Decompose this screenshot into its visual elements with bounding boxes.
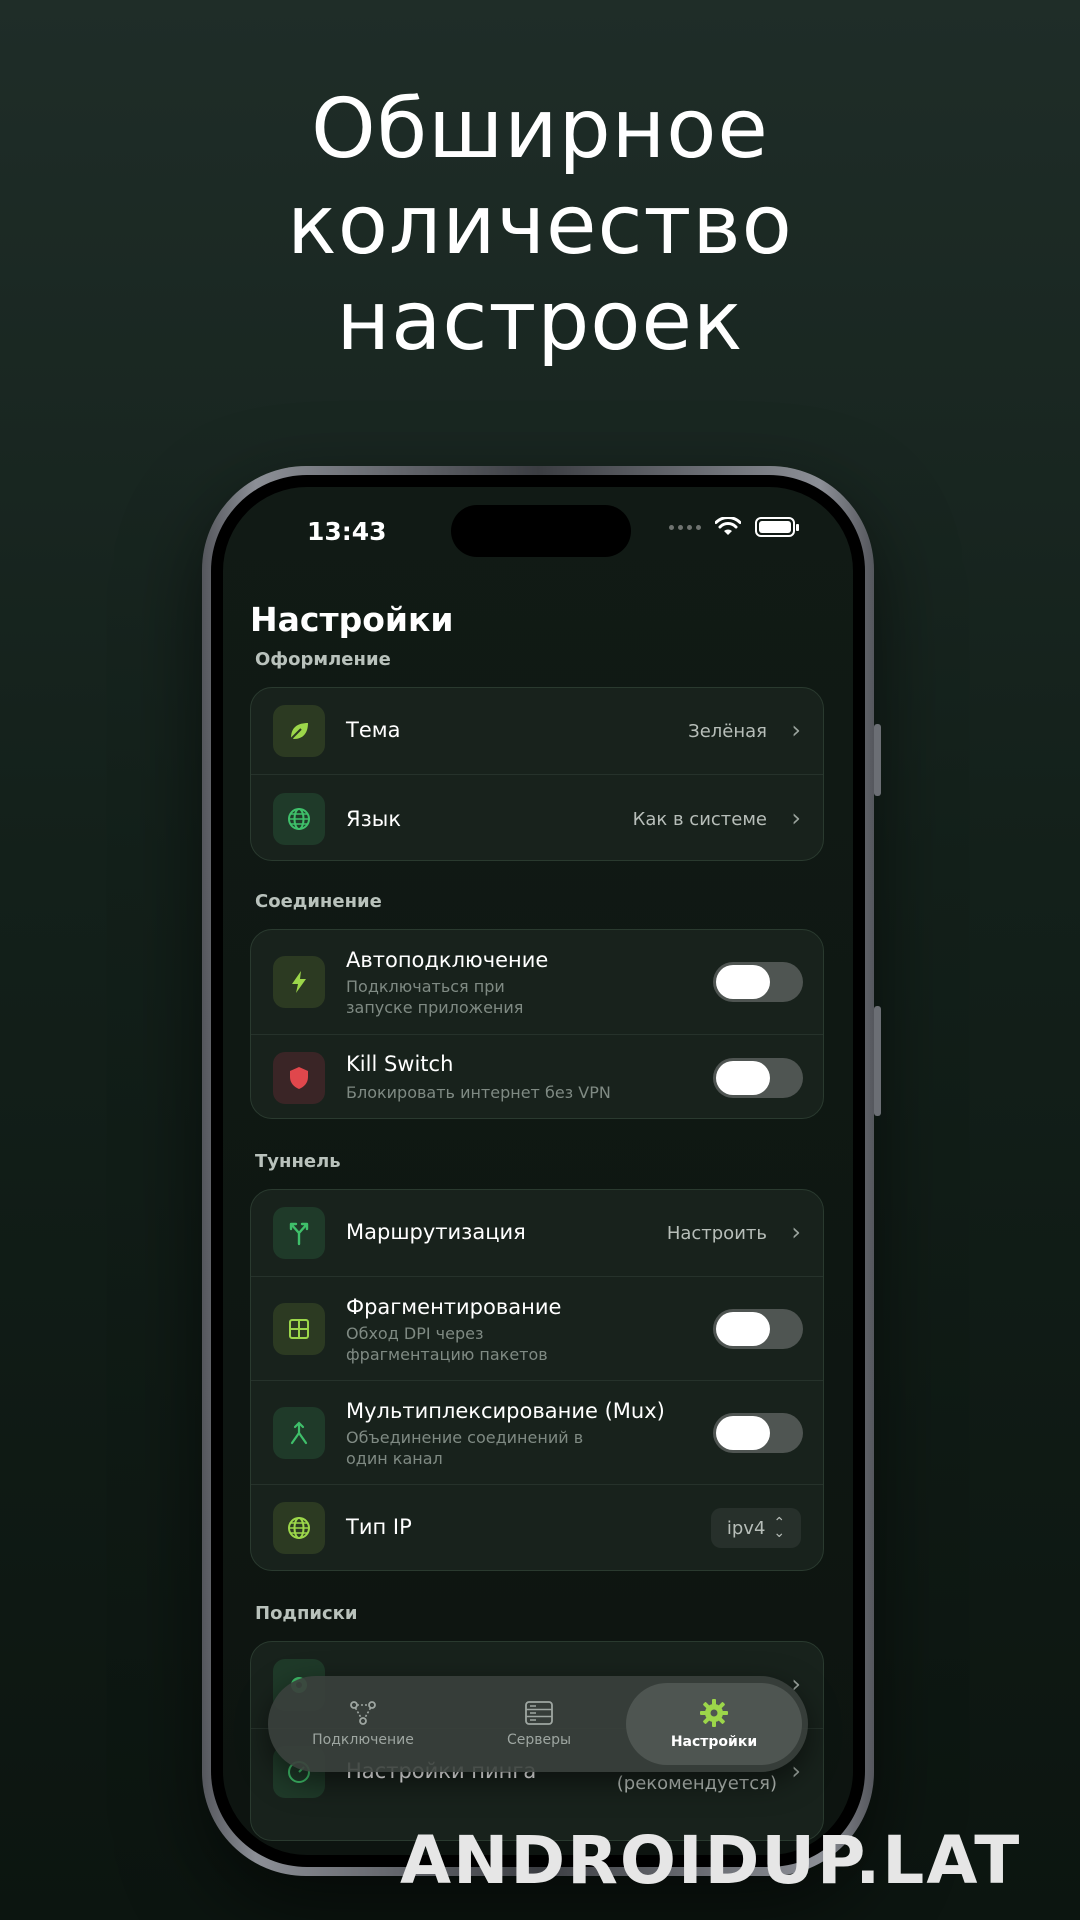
headline-line: настроек (336, 274, 744, 369)
globe-icon (273, 1502, 325, 1554)
side-button (874, 1006, 881, 1116)
subtitle-line: фрагментацию пакетов (346, 1345, 548, 1364)
globe-icon (273, 793, 325, 845)
network-icon (350, 1701, 376, 1725)
shield-icon (273, 1052, 325, 1104)
leaf-icon (273, 705, 325, 757)
row-title: Тип IP (346, 1515, 412, 1539)
card-appearance: Тема Зелёная › Язык Как в системе › (250, 687, 824, 861)
chevron-updown-icon: ⌃ ⌄ (773, 1515, 786, 1541)
row-title: Тема (346, 718, 401, 742)
settings-row-fragmentation[interactable]: Фрагментирование Обход DPI через фрагмен… (251, 1276, 823, 1380)
autoconnect-toggle[interactable] (713, 962, 803, 1002)
row-value: Как в системе (632, 809, 767, 830)
phone-frame: 13:43 Настройки Оформление Тема Зелёная … (202, 466, 881, 1876)
settings-row-language[interactable]: Язык Как в системе › (251, 774, 823, 860)
section-title-subscriptions: Подписки (255, 1603, 358, 1624)
row-subtitle: Подключаться при запуске приложения (346, 976, 616, 1018)
dynamic-island (451, 505, 631, 557)
headline-line: Обширное (311, 82, 769, 177)
grid-icon (273, 1303, 325, 1355)
server-icon (525, 1701, 553, 1725)
subtitle-line: запуске приложения (346, 998, 524, 1017)
row-title: Автоподключение (346, 948, 549, 972)
tab-label: Подключение (312, 1732, 414, 1748)
settings-row-theme[interactable]: Тема Зелёная › (251, 688, 823, 774)
ip-type-select[interactable]: ipv4 ⌃ ⌄ (711, 1508, 801, 1548)
card-connection: Автоподключение Подключаться при запуске… (250, 929, 824, 1119)
fragmentation-toggle[interactable] (713, 1309, 803, 1349)
bolt-icon (273, 956, 325, 1008)
row-title: Мультиплексирование (Mux) (346, 1399, 665, 1423)
routing-icon (273, 1207, 325, 1259)
tab-bar: Подключение Серверы Настройки (268, 1676, 808, 1772)
status-time: 13:43 (307, 517, 387, 546)
section-title-appearance: Оформление (255, 649, 391, 670)
chevron-right-icon: › (791, 716, 801, 744)
settings-row-kill-switch[interactable]: Kill Switch Блокировать интернет без VPN (251, 1034, 823, 1118)
gear-icon (700, 1699, 728, 1727)
wifi-icon (715, 517, 741, 535)
row-title: Маршрутизация (346, 1220, 526, 1244)
battery-icon (755, 517, 799, 537)
signal-icon (669, 524, 701, 530)
chevron-right-icon: › (791, 804, 801, 832)
side-button (874, 724, 881, 796)
subtitle-line: Объединение соединений в (346, 1428, 584, 1447)
tab-connection[interactable]: Подключение (288, 1676, 438, 1772)
row-subtitle: Объединение соединений в один канал (346, 1427, 616, 1469)
settings-row-ip-type[interactable]: Тип IP ipv4 ⌃ ⌄ (251, 1484, 823, 1570)
kill-switch-toggle[interactable] (713, 1058, 803, 1098)
row-title: Фрагментирование (346, 1295, 562, 1319)
row-value: Зелёная (688, 721, 767, 742)
settings-row-routing[interactable]: Маршрутизация Настроить › (251, 1190, 823, 1276)
app-screen: 13:43 Настройки Оформление Тема Зелёная … (223, 487, 853, 1855)
chevron-right-icon: › (791, 1218, 801, 1246)
settings-row-autoconnect[interactable]: Автоподключение Подключаться при запуске… (251, 930, 823, 1034)
status-icons (669, 517, 799, 537)
promo-headline: Обширное количество настроек (0, 82, 1080, 370)
tab-label: Серверы (506, 1732, 572, 1748)
chevron-right-icon: › (791, 1757, 801, 1785)
merge-icon (273, 1407, 325, 1459)
subtitle-line: Обход DPI через (346, 1324, 484, 1343)
row-title: Язык (346, 807, 402, 831)
section-title-connection: Соединение (255, 891, 382, 912)
tab-settings[interactable]: Настройки (626, 1683, 802, 1765)
tab-servers[interactable]: Серверы (464, 1676, 614, 1772)
subtitle-line: один канал (346, 1449, 443, 1468)
row-subtitle: Обход DPI через фрагментацию пакетов (346, 1323, 616, 1365)
row-value: (рекомендуется) (616, 1773, 777, 1794)
subtitle-line: Подключаться при (346, 977, 505, 996)
row-value: Настроить (666, 1223, 767, 1244)
select-value: ipv4 (726, 1517, 766, 1539)
watermark-text: ANDROIDUP.LAT (400, 1822, 1022, 1899)
headline-line: количество (287, 178, 793, 273)
card-tunnel: Маршрутизация Настроить › Фрагментирован… (250, 1189, 824, 1571)
row-title: Kill Switch (346, 1052, 454, 1076)
page-title: Настройки (250, 600, 454, 639)
mux-toggle[interactable] (713, 1413, 803, 1453)
row-subtitle: Блокировать интернет без VPN (346, 1083, 611, 1102)
section-title-tunnel: Туннель (255, 1151, 341, 1172)
settings-row-mux[interactable]: Мультиплексирование (Mux) Объединение со… (251, 1380, 823, 1484)
tab-label: Настройки (670, 1734, 758, 1750)
